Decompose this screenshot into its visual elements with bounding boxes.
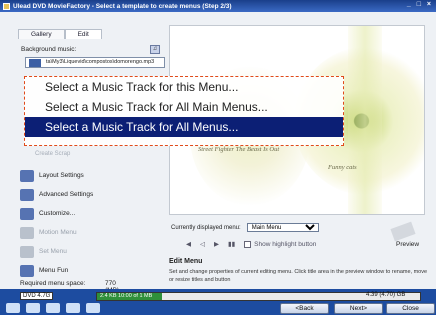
preview-button[interactable]: Preview	[390, 221, 420, 248]
music-track-option-all-main-menus[interactable]: Select a Music Track for All Main Menus.…	[25, 97, 343, 117]
background-music-path-field[interactable]: ta\My3\Liquevid\compostos\domorengo.mp3	[25, 57, 165, 68]
window-title: Ulead DVD MovieFactory - Select a templa…	[13, 2, 232, 10]
preview-icon	[390, 221, 416, 242]
decor-strip	[348, 26, 382, 214]
prev-frame-button[interactable]: ◁	[200, 240, 205, 248]
set-menu-icon	[20, 245, 34, 258]
play-button[interactable]: ▶	[214, 240, 219, 248]
edit-menu-description: Set and change properties of current edi…	[169, 269, 428, 283]
menu-fun-icon	[20, 264, 34, 277]
disc-icon[interactable]	[46, 303, 60, 313]
set-menu-button[interactable]: Set Menu	[20, 242, 165, 261]
customize-icon	[20, 207, 34, 220]
background-music-path: ta\My3\Liquevid\compostos\domorengo.mp3	[46, 59, 155, 65]
next-button[interactable]: Next>	[334, 303, 383, 314]
preview-label: Preview	[396, 241, 420, 248]
motion-menu-button[interactable]: Motion Menu	[20, 223, 165, 242]
edit-menu-help: Edit Menu Set and change properties of c…	[169, 258, 428, 284]
ghost-label: Create Scrap	[35, 151, 71, 157]
advanced-settings-label: Advanced Settings	[39, 191, 94, 198]
advanced-settings-icon	[20, 188, 34, 201]
tab-edit[interactable]: Edit	[64, 29, 102, 39]
music-note-icon	[29, 59, 41, 67]
required-space-label: Required menu space:	[20, 280, 86, 287]
print-icon[interactable]	[66, 303, 80, 313]
show-highlight-label: Show highlight button	[254, 240, 317, 248]
music-track-context-menu: Select a Music Track for this Menu... Se…	[24, 76, 344, 146]
layout-settings-button[interactable]: Layout Settings	[20, 166, 165, 185]
menu-fun-button[interactable]: Menu Fun	[20, 261, 165, 280]
menu-fun-label: Menu Fun	[39, 267, 69, 274]
main-window: Gallery Edit Background music: ♫ ta\My3\…	[0, 12, 436, 294]
motion-menu-label: Motion Menu	[39, 229, 77, 236]
share-icon[interactable]	[26, 303, 40, 313]
music-browse-button[interactable]: ♫	[150, 45, 160, 54]
layout-settings-label: Layout Settings	[39, 172, 84, 179]
disc-type-select[interactable]: DVD 4.7G	[20, 292, 54, 300]
window-controls[interactable]: _ □ ×	[407, 1, 433, 8]
menu-selector-row: Currently displayed menu: Main Menu	[171, 223, 319, 232]
menu-title-1[interactable]: Street Fighter The Beast Is Out	[198, 146, 279, 153]
layout-settings-icon	[20, 169, 34, 182]
capacity-fill: 2.4 KB 10:00 of 1 MB	[97, 293, 162, 300]
menu-selector-label: Currently displayed menu:	[171, 224, 241, 231]
settings-icon[interactable]	[6, 303, 20, 313]
motion-menu-icon	[20, 226, 34, 239]
toolbar-icons	[6, 303, 106, 313]
left-settings-list: Layout Settings Advanced Settings Custom…	[20, 166, 165, 280]
show-highlight-checkbox[interactable]	[244, 240, 252, 248]
close-button[interactable]: Close	[386, 303, 435, 314]
playback-controls: ◀ ◁ ▶ ▮▮ Show highlight button	[186, 240, 325, 248]
music-track-option-this-menu[interactable]: Select a Music Track for this Menu...	[25, 77, 343, 97]
title-bar: Ulead DVD MovieFactory - Select a templa…	[0, 0, 436, 12]
required-space: Required menu space: 770 (MB)	[20, 280, 119, 294]
music-track-option-all-menus[interactable]: Select a Music Track for All Menus...	[25, 117, 343, 137]
menu-selector[interactable]: Main Menu	[246, 223, 319, 232]
prev-button[interactable]: ◀	[186, 240, 191, 248]
menu-title-2[interactable]: Funny cats	[328, 164, 357, 171]
tab-strip: Gallery Edit	[18, 29, 102, 39]
background-music-label: Background music:	[21, 46, 77, 53]
customize-button[interactable]: Customize...	[20, 204, 165, 223]
edit-menu-heading: Edit Menu	[169, 258, 203, 265]
set-menu-label: Set Menu	[39, 248, 67, 255]
help-icon[interactable]	[86, 303, 100, 313]
advanced-settings-button[interactable]: Advanced Settings	[20, 185, 165, 204]
disc-type[interactable]: DVD 4.7G	[20, 292, 54, 300]
app-icon	[3, 2, 10, 10]
customize-label: Customize...	[39, 210, 76, 217]
capacity-size: 4.39 (4.70) GB	[366, 292, 406, 298]
back-button[interactable]: <Back	[280, 303, 329, 314]
left-panel: Gallery Edit Background music: ♫ ta\My3\…	[15, 12, 165, 294]
pause-button[interactable]: ▮▮	[228, 240, 235, 248]
tab-gallery[interactable]: Gallery	[18, 29, 65, 39]
